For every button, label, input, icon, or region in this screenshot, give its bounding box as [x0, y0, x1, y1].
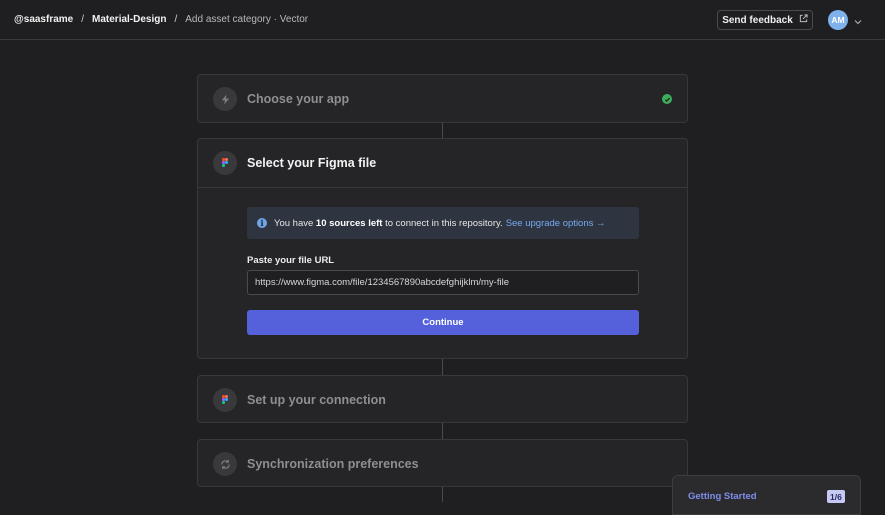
step-title: Set up your connection [247, 393, 386, 407]
step-connector [442, 423, 443, 439]
send-feedback-label: Send feedback [722, 14, 793, 26]
notice-suffix: to connect in this repository. [382, 217, 503, 229]
bolt-icon [213, 87, 237, 111]
getting-started-panel[interactable]: Getting Started 1/6 [672, 475, 861, 515]
notice-prefix: You have [274, 217, 316, 229]
breadcrumb-separator: / [174, 14, 178, 25]
url-field-label: Paste your file URL [247, 255, 335, 266]
user-avatar[interactable]: AM [828, 10, 848, 30]
breadcrumb: @saasframe / Material-Design / Add asset… [14, 14, 308, 25]
info-icon: i [257, 218, 267, 228]
upgrade-options-link[interactable]: See upgrade options → [506, 218, 606, 229]
chevron-down-icon[interactable] [853, 14, 863, 25]
send-feedback-button[interactable]: Send feedback [717, 10, 813, 30]
step-connector [442, 359, 443, 375]
check-circle-icon [662, 94, 672, 104]
step-title: Choose your app [247, 92, 350, 106]
getting-started-title: Getting Started [688, 491, 757, 502]
notice-highlight: 10 sources left [315, 217, 383, 229]
breadcrumb-separator: / [81, 14, 85, 25]
step-connector [442, 123, 443, 139]
continue-button[interactable]: Continue [247, 310, 639, 335]
getting-started-progress-badge: 1/6 [827, 490, 845, 503]
step-connector [442, 487, 443, 502]
breadcrumb-current-page: Add asset category · Vector [185, 14, 309, 25]
breadcrumb-project[interactable]: Material-Design [92, 14, 166, 25]
step-setup-connection[interactable]: Set up your connection [197, 375, 688, 423]
step-choose-app[interactable]: Choose your app [197, 74, 688, 123]
sources-notice: i You have 10 sources left to connect in… [247, 207, 639, 239]
external-link-icon [799, 14, 808, 26]
breadcrumb-org[interactable]: @saasframe [14, 14, 73, 25]
step-select-figma-file: Select your Figma file i You have 10 sou… [197, 138, 688, 359]
figma-icon [213, 151, 237, 175]
divider [198, 187, 687, 188]
step-title: Select your Figma file [247, 156, 377, 170]
figma-url-input[interactable] [247, 270, 639, 295]
step-title: Synchronization preferences [247, 457, 419, 471]
sync-icon [213, 452, 237, 476]
figma-icon [213, 388, 237, 412]
step-sync-preferences[interactable]: Synchronization preferences [197, 439, 688, 487]
